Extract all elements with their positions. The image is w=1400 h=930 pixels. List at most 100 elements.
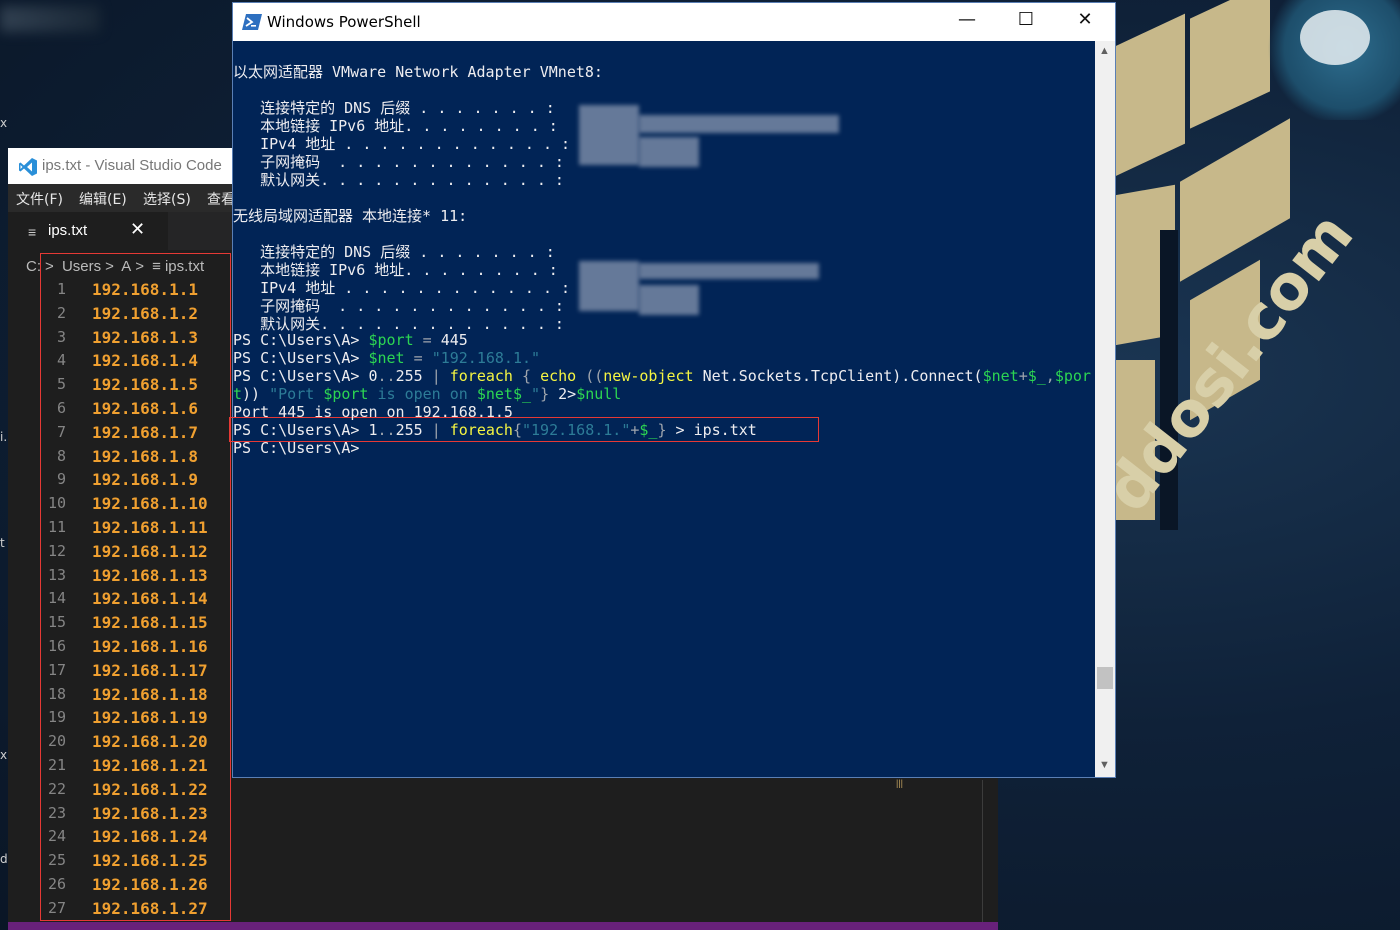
menu-view[interactable]: 查看: [207, 189, 235, 209]
console-token: PS C:\Users\A>: [233, 367, 369, 385]
console-token: |: [431, 367, 450, 385]
edge-text: d: [0, 852, 8, 866]
edge-text: t: [0, 536, 5, 550]
console-token: }: [657, 421, 676, 439]
console-token: Port 445 is open on 192.168.1.5: [233, 403, 513, 421]
scrollbar-thumb[interactable]: [1097, 667, 1113, 689]
console-token: ,: [1045, 367, 1055, 385]
console-token: {: [512, 421, 522, 439]
maximize-button[interactable]: ☐: [1004, 9, 1048, 35]
console-line: 本地链接 IPv6 地址. . . . . . . . :: [233, 259, 558, 279]
console-token: 1: [368, 421, 378, 439]
console-token: t: [233, 385, 243, 403]
tab-ips-txt[interactable]: ≡ ips.txt ✕: [8, 212, 168, 250]
console-line: 子网掩码 . . . . . . . . . . . . :: [233, 151, 564, 171]
console-token: "192.168.1.": [522, 421, 631, 439]
powershell-icon: [242, 14, 262, 30]
console-token: PS C:\Users\A>: [233, 331, 369, 349]
console-token: is open on: [368, 385, 477, 403]
redacted-area: [639, 263, 819, 279]
redacted-area: [579, 261, 639, 311]
window-title: ips.txt - Visual Studio Code: [42, 157, 222, 174]
console-token: )): [242, 385, 270, 403]
console-line: PS C:\Users\A> $port = 445: [233, 331, 468, 349]
console-token: 0: [368, 367, 378, 385]
console-token: {: [512, 367, 541, 385]
blurred-region: [0, 6, 100, 32]
console-line: PS C:\Users\A> $net = "192.168.1.": [233, 349, 540, 367]
minimize-button[interactable]: —: [945, 9, 989, 35]
close-button[interactable]: ✕: [1063, 9, 1107, 35]
console-token: $net$_: [476, 385, 532, 403]
console-token: 默认网关. . . . . . . . . . . . . :: [233, 171, 564, 189]
menu-file[interactable]: 文件(F): [16, 189, 63, 209]
scroll-down-icon[interactable]: ▼: [1099, 759, 1110, 771]
console-token: }: [540, 385, 559, 403]
console-token: $_: [1027, 367, 1046, 385]
console-token: $port: [368, 331, 414, 349]
console-line: PS C:\Users\A> 0..255 | foreach { echo (…: [233, 367, 1091, 385]
console-token: ..: [377, 367, 396, 385]
console-token: $por: [1054, 367, 1091, 385]
console-output[interactable]: 以太网适配器 VMware Network Adapter VMnet8: 连接…: [229, 41, 1095, 777]
console-token: $null: [576, 385, 622, 403]
console-token: |: [431, 421, 450, 439]
console-token: PS C:\Users\A>: [233, 421, 369, 439]
console-line: 默认网关. . . . . . . . . . . . . :: [233, 313, 564, 333]
console-line: PS C:\Users\A> 1..255 | foreach{"192.168…: [233, 421, 757, 439]
console-token: $net: [982, 367, 1019, 385]
console-token: $net: [368, 349, 405, 367]
console-token: new-object: [603, 367, 694, 385]
console-token: PS C:\Users\A>: [233, 349, 369, 367]
console-token: 无线局域网适配器 本地连接* 11:: [233, 207, 468, 225]
console-token: foreach: [449, 421, 513, 439]
close-tab-icon[interactable]: ✕: [130, 219, 145, 240]
console-token: Net.Sockets.TcpClient).Connect(: [693, 367, 983, 385]
window-title: Windows PowerShell: [267, 13, 421, 31]
console-token: 255: [395, 421, 432, 439]
console-token: =: [413, 331, 441, 349]
edge-text: x: [0, 748, 8, 762]
powershell-titlebar[interactable]: Windows PowerShell — ☐ ✕: [233, 3, 1115, 41]
console-token: > ips.txt: [675, 421, 757, 439]
highlight-box: [40, 253, 231, 921]
console-token: 以太网适配器 VMware Network Adapter VMnet8:: [233, 63, 603, 81]
console-token: ": [531, 385, 541, 403]
status-bar: [8, 922, 998, 930]
redacted-area: [639, 285, 699, 315]
vscode-logo-icon: [19, 158, 37, 176]
console-line: 连接特定的 DNS 后缀 . . . . . . . :: [233, 241, 555, 261]
console-token: =: [404, 349, 432, 367]
menu-selection[interactable]: 选择(S): [143, 189, 191, 209]
console-line: 以太网适配器 VMware Network Adapter VMnet8:: [233, 61, 603, 81]
breadcrumb-drive[interactable]: C:: [26, 258, 41, 275]
menu-edit[interactable]: 编辑(E): [79, 189, 127, 209]
console-token: ((: [576, 367, 604, 385]
console-token: "192.168.1.": [431, 349, 541, 367]
console-line: Port 445 is open on 192.168.1.5: [233, 403, 513, 421]
vertical-scrollbar[interactable]: ▲ ▼: [1095, 41, 1115, 777]
console-token: echo: [540, 367, 577, 385]
console-line: IPv4 地址 . . . . . . . . . . . . :: [233, 133, 570, 153]
scroll-up-icon[interactable]: ▲: [1099, 45, 1110, 57]
console-token: $_: [639, 421, 658, 439]
minimap-marker: |||: [896, 778, 904, 788]
file-lines-icon: ≡: [28, 224, 37, 240]
console-token: +: [1018, 367, 1028, 385]
redacted-area: [639, 137, 699, 167]
powershell-window: Windows PowerShell — ☐ ✕ 以太网适配器 VMware N…: [229, 2, 1116, 778]
redacted-area: [639, 115, 839, 133]
tab-label: ips.txt: [48, 222, 88, 239]
ruler-line: [982, 780, 983, 922]
console-token: ..: [377, 421, 396, 439]
console-line: PS C:\Users\A>: [233, 439, 359, 457]
console-token: PS C:\Users\A>: [233, 439, 360, 457]
console-token: 255: [395, 367, 432, 385]
console-token: foreach: [449, 367, 513, 385]
console-line: 本地链接 IPv6 地址. . . . . . . . :: [233, 115, 558, 135]
console-line: t)) "Port $port is open on $net$_"} 2>$n…: [233, 385, 621, 403]
console-token: 445: [440, 331, 468, 349]
edge-text: i.: [0, 430, 8, 444]
redacted-area: [579, 105, 639, 165]
console-token: $port: [323, 385, 369, 403]
